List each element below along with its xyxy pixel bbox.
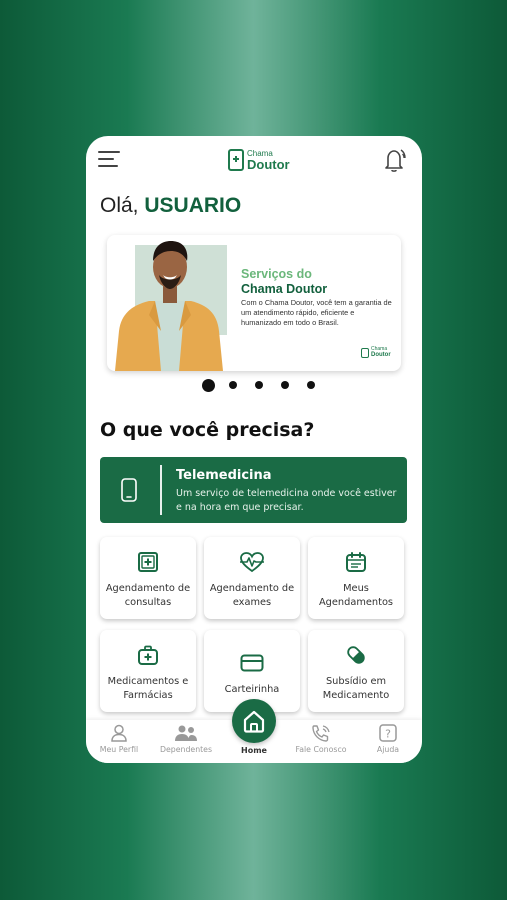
service-label: Medicamentos e Farmácias — [107, 676, 189, 701]
phone-call-icon — [312, 725, 330, 742]
doctor-photo — [115, 241, 227, 371]
service-card-agendamento-exames[interactable]: Agendamento de exames — [204, 537, 300, 619]
carousel-dot-5[interactable] — [307, 381, 315, 389]
banner-logo: Chama Doutor — [361, 347, 391, 358]
greeting: Olá, USUARIO — [100, 194, 241, 218]
nav-label-contact: Fale Conosco — [295, 745, 347, 754]
user-name: USUARIO — [144, 194, 242, 217]
carousel-dot-2[interactable] — [229, 381, 237, 389]
banner-title-line2: Chama Doutor — [241, 282, 328, 296]
app-screen: Chama Doutor Olá, USUARIO Serviços do Ch… — [86, 136, 422, 763]
service-label: Agendamento de exames — [209, 583, 295, 608]
service-label: Subsídio em Medicamento — [322, 676, 390, 701]
nav-item-contact[interactable]: Fale Conosco — [291, 724, 351, 760]
service-card-medicamentos-farmacias[interactable]: Medicamentos e Farmácias — [100, 630, 196, 712]
pill-icon — [347, 646, 365, 664]
telemedicina-card[interactable]: Telemedicina Um serviço de telemedicina … — [100, 457, 407, 523]
nav-item-profile[interactable]: Meu Perfil — [89, 724, 149, 760]
service-card-agendamento-consultas[interactable]: Agendamento de consultas — [100, 537, 196, 619]
greeting-prefix: Olá, — [100, 194, 139, 217]
service-label: Meus Agendamentos — [318, 583, 394, 608]
notification-bell-icon[interactable] — [380, 146, 408, 174]
nav-label-profile: Meu Perfil — [99, 745, 139, 754]
logo-big-text: Doutor — [247, 156, 290, 172]
phone-icon — [121, 478, 137, 502]
section-title: O que você precisa? — [100, 419, 315, 441]
telemedicina-divider — [160, 465, 162, 515]
nav-label-home: Home — [241, 746, 267, 755]
service-card-subsidio-medicamento[interactable]: Subsídio em Medicamento — [308, 630, 404, 712]
nav-item-help[interactable]: ? Ajuda — [358, 724, 418, 760]
carousel-dot-1[interactable] — [202, 378, 215, 392]
first-aid-kit-icon — [138, 645, 158, 665]
app-header: Chama Doutor — [86, 136, 422, 184]
nav-label-dependents: Dependentes — [159, 745, 213, 754]
banner-title-line1: Serviços do — [241, 267, 312, 281]
carousel-indicator — [202, 378, 315, 392]
nav-item-dependents[interactable]: Dependentes — [156, 724, 216, 760]
medical-cross-icon — [138, 552, 158, 572]
menu-icon[interactable] — [98, 148, 122, 170]
nav-label-help: Ajuda — [376, 745, 400, 754]
service-label: Carteirinha — [224, 684, 280, 695]
user-icon — [111, 724, 127, 742]
calendar-icon — [346, 552, 366, 572]
logo-mark-icon — [228, 149, 244, 171]
banner-logo-big: Doutor — [371, 352, 391, 358]
service-label: Agendamento de consultas — [105, 583, 191, 608]
banner-description: Com o Chama Doutor, você tem a garantia … — [241, 298, 392, 327]
carousel-dot-4[interactable] — [281, 381, 289, 389]
home-icon — [243, 710, 265, 733]
services-banner[interactable]: Serviços do Chama Doutor Com o Chama Dou… — [107, 235, 401, 371]
card-icon — [240, 654, 264, 672]
users-icon — [175, 725, 197, 741]
home-button[interactable] — [232, 699, 276, 743]
app-logo: Chama Doutor — [228, 147, 290, 173]
banner-logo-mark-icon — [361, 347, 369, 358]
help-icon: ? — [379, 724, 397, 742]
telemedicina-title: Telemedicina — [176, 468, 272, 483]
carousel-dot-3[interactable] — [255, 381, 263, 389]
telemedicina-description: Um serviço de telemedicina onde você est… — [176, 488, 397, 513]
svg-text:?: ? — [385, 728, 391, 741]
heartbeat-icon — [240, 552, 264, 573]
service-card-meus-agendamentos[interactable]: Meus Agendamentos — [308, 537, 404, 619]
